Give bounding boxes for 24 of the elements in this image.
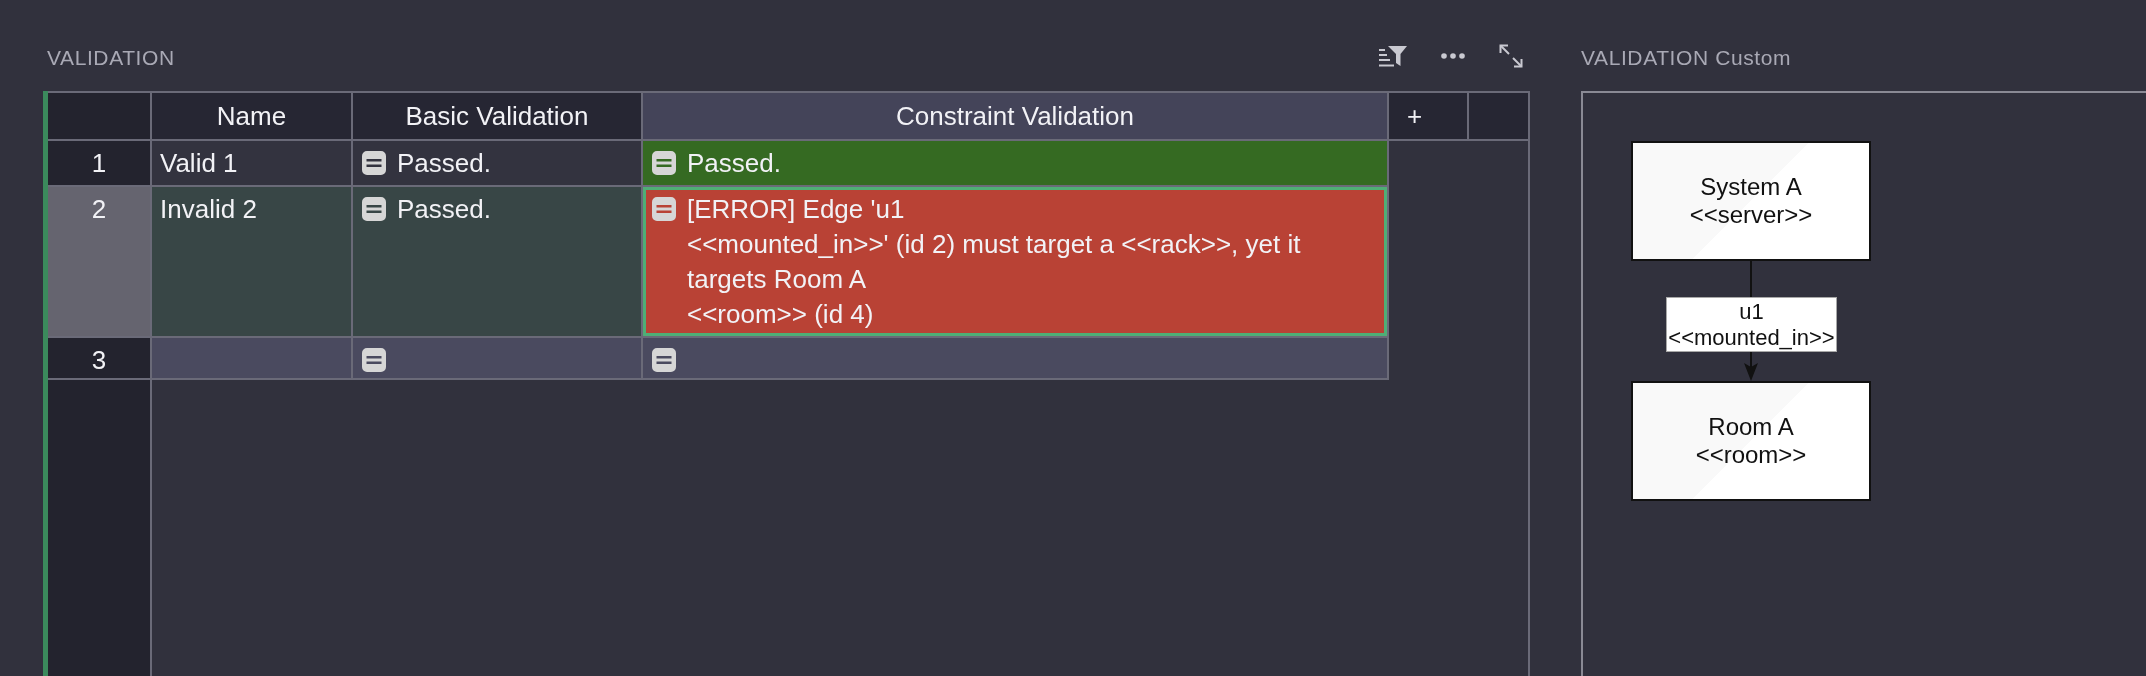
more-icon[interactable]	[1441, 53, 1465, 59]
table-cell: Valid 1	[152, 141, 353, 187]
cell-text: Passed.	[397, 147, 491, 180]
cell-text: [ERROR] Edge 'u1 <<mounted_in>>' (id 2) must target a <<rack>>, yet it targets Room A <<room>> (id 4)	[687, 193, 1302, 331]
filter-icon[interactable]	[1379, 45, 1407, 67]
column-header[interactable]: Name	[152, 93, 353, 141]
table-cell: Invalid 2	[152, 187, 353, 338]
node-name: Room A	[1708, 413, 1794, 441]
column-header[interactable]: Constraint Validation	[643, 93, 1389, 141]
panel-title: VALIDATION	[47, 45, 175, 71]
expand-icon[interactable]	[1499, 44, 1523, 68]
row-number[interactable]: 1	[48, 141, 152, 187]
cell-text: Passed.	[397, 193, 491, 226]
column-header[interactable]: Basic Validation	[353, 93, 643, 141]
node-stereotype: <<room>>	[1695, 441, 1807, 469]
edge-stereotype: <<mounted_in>>	[1668, 324, 1835, 351]
panel-title: VALIDATION Custom	[1581, 45, 1792, 71]
row-number[interactable]: 3	[48, 338, 152, 380]
add-column-button[interactable]: +	[1389, 93, 1469, 141]
cell-text: Passed.	[687, 147, 781, 180]
row-number[interactable]: 2	[48, 187, 152, 338]
edge-name: u1	[1739, 298, 1764, 325]
node-name: System A	[1700, 173, 1802, 201]
node-stereotype: <<server>>	[1689, 201, 1813, 229]
